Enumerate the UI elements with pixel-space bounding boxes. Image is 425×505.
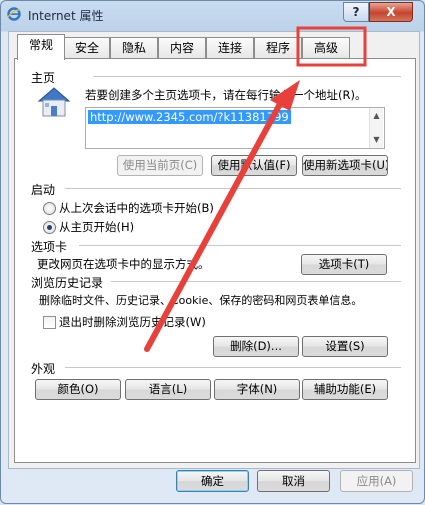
help-icon: ? (352, 5, 360, 19)
accessibility-button[interactable]: 辅助功能(E) (302, 379, 388, 400)
languages-button[interactable]: 语言(L) (125, 379, 211, 400)
button-label: 取消 (282, 474, 305, 488)
tab-general[interactable]: 常规 (17, 34, 65, 60)
title-bar[interactable]: Internet 属性 ? X (1, 1, 424, 29)
button-label: 选项卡(T) (318, 257, 370, 271)
button-label: 应用(A) (356, 474, 397, 488)
tab-label: 安全 (74, 41, 99, 55)
close-icon: X (386, 5, 396, 19)
appearance-section-title: 外观 (31, 362, 56, 376)
start-with-home-page-radio[interactable] (43, 221, 56, 234)
start-with-home-page-label[interactable]: 从主页开始(H) (59, 219, 134, 235)
section-divider (65, 367, 401, 368)
button-label: 使用默认值(F) (217, 158, 291, 172)
textarea-scrollbar[interactable]: ▲ ▼ (369, 108, 383, 148)
internet-options-dialog: Internet 属性 ? X 常规 安全 隐私 内容 连接 程序 高级 主页 … (0, 0, 425, 504)
colors-button[interactable]: 颜色(O) (35, 379, 121, 400)
fonts-button[interactable]: 字体(N) (214, 379, 300, 400)
use-new-tab-button[interactable]: 使用新选项卡(U) (302, 155, 388, 176)
start-with-last-session-label[interactable]: 从上次会话中的选项卡开始(B) (59, 200, 214, 216)
tab-connections[interactable]: 连接 (206, 37, 254, 59)
history-section-title: 浏览历史记录 (31, 276, 104, 290)
start-with-last-session-radio[interactable] (43, 202, 56, 215)
internet-explorer-icon (7, 7, 21, 21)
home-page-description: 若要创建多个主页选项卡，请在每行输入一个地址(R)。 (85, 88, 367, 102)
button-label: 删除(D)... (230, 339, 282, 353)
delete-history-button[interactable]: 删除(D)... (213, 336, 299, 357)
home-page-url-textarea[interactable]: http://www.2345.com/?k11381799 ▲ ▼ (85, 107, 385, 149)
ok-button[interactable]: 确定 (176, 470, 249, 492)
tab-label: 程序 (265, 41, 290, 55)
home-page-section-title: 主页 (31, 71, 56, 85)
button-label: 使用新选项卡(U) (303, 158, 388, 172)
tab-label: 常规 (28, 38, 53, 52)
scroll-down-icon[interactable]: ▼ (370, 134, 383, 146)
close-button[interactable]: X (369, 2, 413, 22)
tab-programs[interactable]: 程序 (254, 37, 302, 59)
home-page-url: http://www.2345.com/?k11381799 (88, 110, 291, 124)
tab-label: 内容 (169, 41, 194, 55)
window-title: Internet 属性 (28, 9, 104, 23)
tab-privacy[interactable]: 隐私 (110, 37, 158, 59)
button-label: 使用当前页(C) (122, 158, 198, 172)
section-divider (93, 76, 401, 77)
button-label: 辅助功能(E) (313, 382, 377, 396)
tab-content[interactable]: 内容 (158, 37, 206, 59)
button-label: 颜色(O) (57, 382, 99, 396)
tab-label: 高级 (313, 41, 338, 55)
section-divider (111, 281, 401, 282)
history-description: 删除临时文件、历史记录、Cookie、保存的密码和网页表单信息。 (39, 294, 363, 307)
home-icon (35, 85, 73, 119)
button-label: 语言(L) (148, 382, 188, 396)
tabs-section-title: 选项卡 (31, 240, 68, 254)
tab-security[interactable]: 安全 (64, 37, 110, 59)
button-label: 字体(N) (236, 382, 278, 396)
tabs-section-description: 更改网页在选项卡中的显示方式。 (37, 257, 210, 271)
section-divider (79, 245, 401, 246)
delete-history-on-exit-checkbox[interactable] (43, 316, 56, 329)
use-current-button[interactable]: 使用当前页(C) (117, 155, 203, 176)
cancel-button[interactable]: 取消 (257, 470, 330, 492)
use-default-button[interactable]: 使用默认值(F) (211, 155, 297, 176)
section-divider (65, 188, 401, 189)
tab-advanced[interactable]: 高级 (302, 37, 350, 59)
button-label: 确定 (201, 474, 224, 488)
button-label: 设置(S) (325, 339, 365, 353)
startup-section-title: 启动 (31, 183, 56, 197)
tab-label: 隐私 (121, 41, 146, 55)
delete-history-on-exit-label[interactable]: 退出时删除浏览历史记录(W) (59, 314, 206, 330)
history-settings-button[interactable]: 设置(S) (302, 336, 388, 357)
tab-label: 连接 (217, 41, 242, 55)
tabs-settings-button[interactable]: 选项卡(T) (301, 254, 387, 275)
apply-button[interactable]: 应用(A) (340, 470, 413, 492)
scroll-up-icon[interactable]: ▲ (370, 110, 383, 122)
help-button[interactable]: ? (343, 2, 369, 22)
